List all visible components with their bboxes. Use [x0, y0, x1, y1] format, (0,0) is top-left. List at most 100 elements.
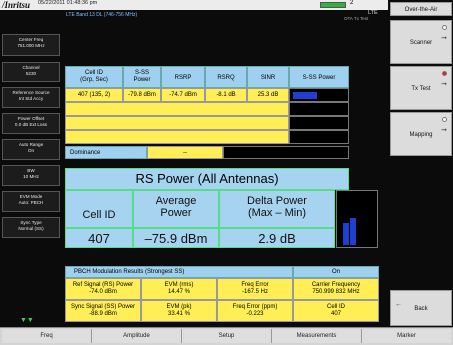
pbch-ss-power: Sync Signal (SS) Power -88.9 dBm [65, 300, 141, 322]
arrow-right-icon: ➞ [441, 35, 447, 42]
pbch-value: 750.999 832 MHz [312, 289, 360, 295]
table-row [65, 116, 289, 130]
pbch-freq-error: Freq Error -167.5 Hz [217, 278, 293, 300]
rs-delta-power-value: 2.9 dB [219, 228, 335, 248]
pbch-value: -74.0 dBm [89, 289, 117, 295]
table-cell: -79.8 dBm [123, 88, 161, 102]
pbch-label: Cell ID [326, 304, 345, 310]
mapping-button[interactable]: Mapping ➞ [390, 112, 452, 156]
trigger-icon: ▼▼ [20, 317, 34, 324]
pbch-label: Freq Error (ppm) [232, 304, 278, 310]
rs-average-power-value: –75.9 dBm [133, 228, 219, 248]
tx-test-button[interactable]: Tx Test ➞ [390, 66, 452, 110]
param-value: Auto: PBCH [18, 199, 44, 205]
table-cell: -74.7 dBm [161, 88, 205, 102]
table-row [65, 102, 289, 116]
col-header-sss-power: S-SS Power [123, 66, 161, 88]
pbch-evm-pk: EVM (pk) 33.41 % [141, 300, 217, 322]
battery-icon [320, 2, 346, 8]
param-value: 0.0 dB Ext Loss [14, 121, 48, 127]
col-header-sss-power-bar: S-SS Power [289, 66, 349, 88]
pbch-label: Carrier Frequency [311, 282, 361, 288]
mode-label: LTE [368, 10, 378, 16]
col-header-sinr: SINR [247, 66, 289, 88]
evm-mode-button[interactable]: EVM Mode Auto: PBCH [2, 191, 60, 212]
mapping-label: Mapping [409, 132, 433, 138]
pbch-title: PBCH Modulation Results (Strongest SS) [65, 266, 293, 278]
sss-power-bar [293, 92, 317, 99]
param-value: 10 MHz [23, 173, 39, 179]
center-freq-button[interactable]: Center Freq 751.000 MHz [2, 34, 60, 56]
pbch-label: Sync Signal (SS) Power [70, 304, 136, 310]
amplitude-tab[interactable]: Amplitude [92, 329, 182, 343]
pbch-label: Ref Signal (RS) Power [72, 282, 134, 288]
arrow-right-icon: ➞ [441, 81, 447, 88]
pbch-value: 407 [330, 311, 341, 317]
rs-power-bar [343, 223, 349, 245]
scanner-button[interactable]: Scanner ➞ [390, 20, 452, 64]
rs-power-title: RS Power (All Antennas) [65, 168, 349, 190]
channel-button[interactable]: Channel 5230 [2, 62, 60, 82]
rs-col-delta-power: Delta Power (Max – Min) [219, 190, 335, 228]
freq-tab[interactable]: Freq [2, 329, 92, 343]
reference-source-button[interactable]: Reference Source Int Std Accy [2, 87, 60, 108]
sss-power-bar-cell [289, 88, 349, 102]
measurement-panel: Cell ID (Grp, Sec) S-SS Power RSRP RSRQ … [62, 22, 388, 327]
rs-power-bargraph [336, 190, 378, 248]
bandwidth-button[interactable]: BW 10 MHz [2, 165, 60, 186]
table-row-bar [289, 116, 349, 130]
table-cell: 25.3 dB [247, 88, 289, 102]
pbch-status: On [293, 266, 379, 278]
pbch-carrier-frequency: Carrier Frequency 750.999 832 MHz [293, 278, 379, 300]
pbch-cell-id: Cell ID 407 [293, 300, 379, 322]
param-value: Normal (SS) [18, 225, 44, 231]
band-header [0, 10, 388, 22]
back-button[interactable]: Back ← [390, 290, 452, 326]
table-cell: -8.1 dB [205, 88, 247, 102]
table-cell: 407 (135, 2) [65, 88, 123, 102]
datetime-readout: 05/22/2011 01:48:36 pm [38, 0, 98, 6]
pbch-rs-power: Ref Signal (RS) Power -74.0 dBm [65, 278, 141, 300]
marker-tab[interactable]: Marker [362, 329, 451, 343]
pbch-label: EVM (pk) [166, 304, 192, 310]
param-value: 5230 [25, 70, 37, 76]
rs-power-bar [350, 218, 356, 245]
pbch-value: 14.47 % [167, 289, 191, 295]
col-header-rsrp: RSRP [161, 66, 205, 88]
pbch-value: -0.223 [246, 311, 264, 317]
pbch-value: -167.5 Hz [241, 289, 268, 295]
param-value: Int Std Accy [18, 95, 44, 101]
pbch-freq-error-ppm: Freq Error (ppm) -0.223 [217, 300, 293, 322]
pbch-label: Freq Error [241, 282, 269, 288]
tx-test-label: Tx Test [411, 86, 431, 92]
brand-logo: /Inritsu [2, 0, 31, 10]
arrow-right-icon: ➞ [441, 127, 447, 134]
pbch-value: 33.41 % [167, 311, 191, 317]
table-row-bar [289, 102, 349, 116]
power-offset-button[interactable]: Power Offset 0.0 dB Ext Loss [2, 113, 60, 134]
param-value: On [27, 147, 35, 153]
table-row [65, 130, 289, 144]
measurement-subtitle: OTA Tx Test [344, 16, 369, 21]
dominance-value: -- [147, 146, 223, 159]
scanner-label: Scanner [409, 40, 433, 46]
rs-col-average-power: Average Power [133, 190, 219, 228]
arrow-left-icon: ← [395, 301, 402, 308]
auto-range-button[interactable]: Auto Range On [2, 139, 60, 160]
col-header-cell-id: Cell ID (Grp, Sec) [65, 66, 123, 88]
band-label: LTE Band 13 DL (746-756 MHz) [66, 12, 138, 18]
back-label: Back [414, 306, 428, 312]
measurements-tab[interactable]: Measurements [272, 329, 362, 343]
col-header-rsrq: RSRQ [205, 66, 247, 88]
rs-cell-id-value: 407 [65, 228, 133, 248]
dominance-bar [223, 146, 349, 159]
sync-type-button[interactable]: Sync Type Normal (SS) [2, 217, 60, 238]
param-value: 751.000 MHz [17, 42, 45, 48]
pbch-label: EVM (rms) [164, 282, 194, 288]
battery-level: 2 [350, 0, 354, 6]
rs-col-cell-id: Cell ID [65, 190, 133, 228]
dominance-label: Dominance [65, 146, 147, 159]
menu-title: Over-the-Air [390, 2, 452, 16]
setup-tab[interactable]: Setup [182, 329, 272, 343]
pbch-evm-rms: EVM (rms) 14.47 % [141, 278, 217, 300]
